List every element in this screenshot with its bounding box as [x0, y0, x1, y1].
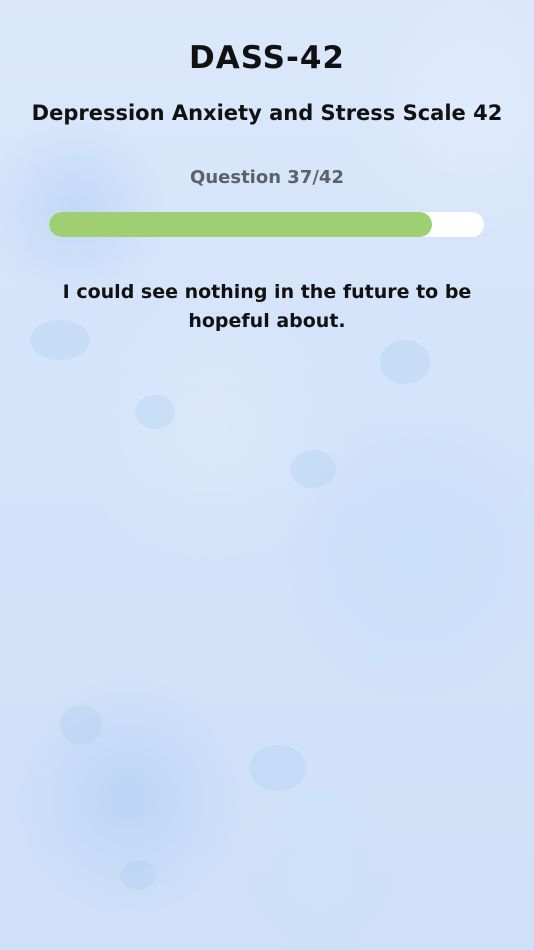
question-text: I could see nothing in the future to be … [62, 281, 472, 332]
watercolor-background [0, 0, 534, 950]
question-counter: Question 37/42 [190, 167, 344, 188]
page-subtitle: Depression Anxiety and Stress Scale 42 [31, 101, 503, 125]
background-blot [250, 745, 306, 791]
progress-bar [49, 212, 484, 237]
background-blot [380, 340, 430, 384]
background-blot [60, 705, 102, 745]
background-blot [135, 395, 175, 429]
progress-fill [49, 212, 433, 237]
background-blot [290, 450, 336, 488]
page-title: DASS-42 [189, 40, 345, 76]
background-blot [120, 860, 156, 890]
